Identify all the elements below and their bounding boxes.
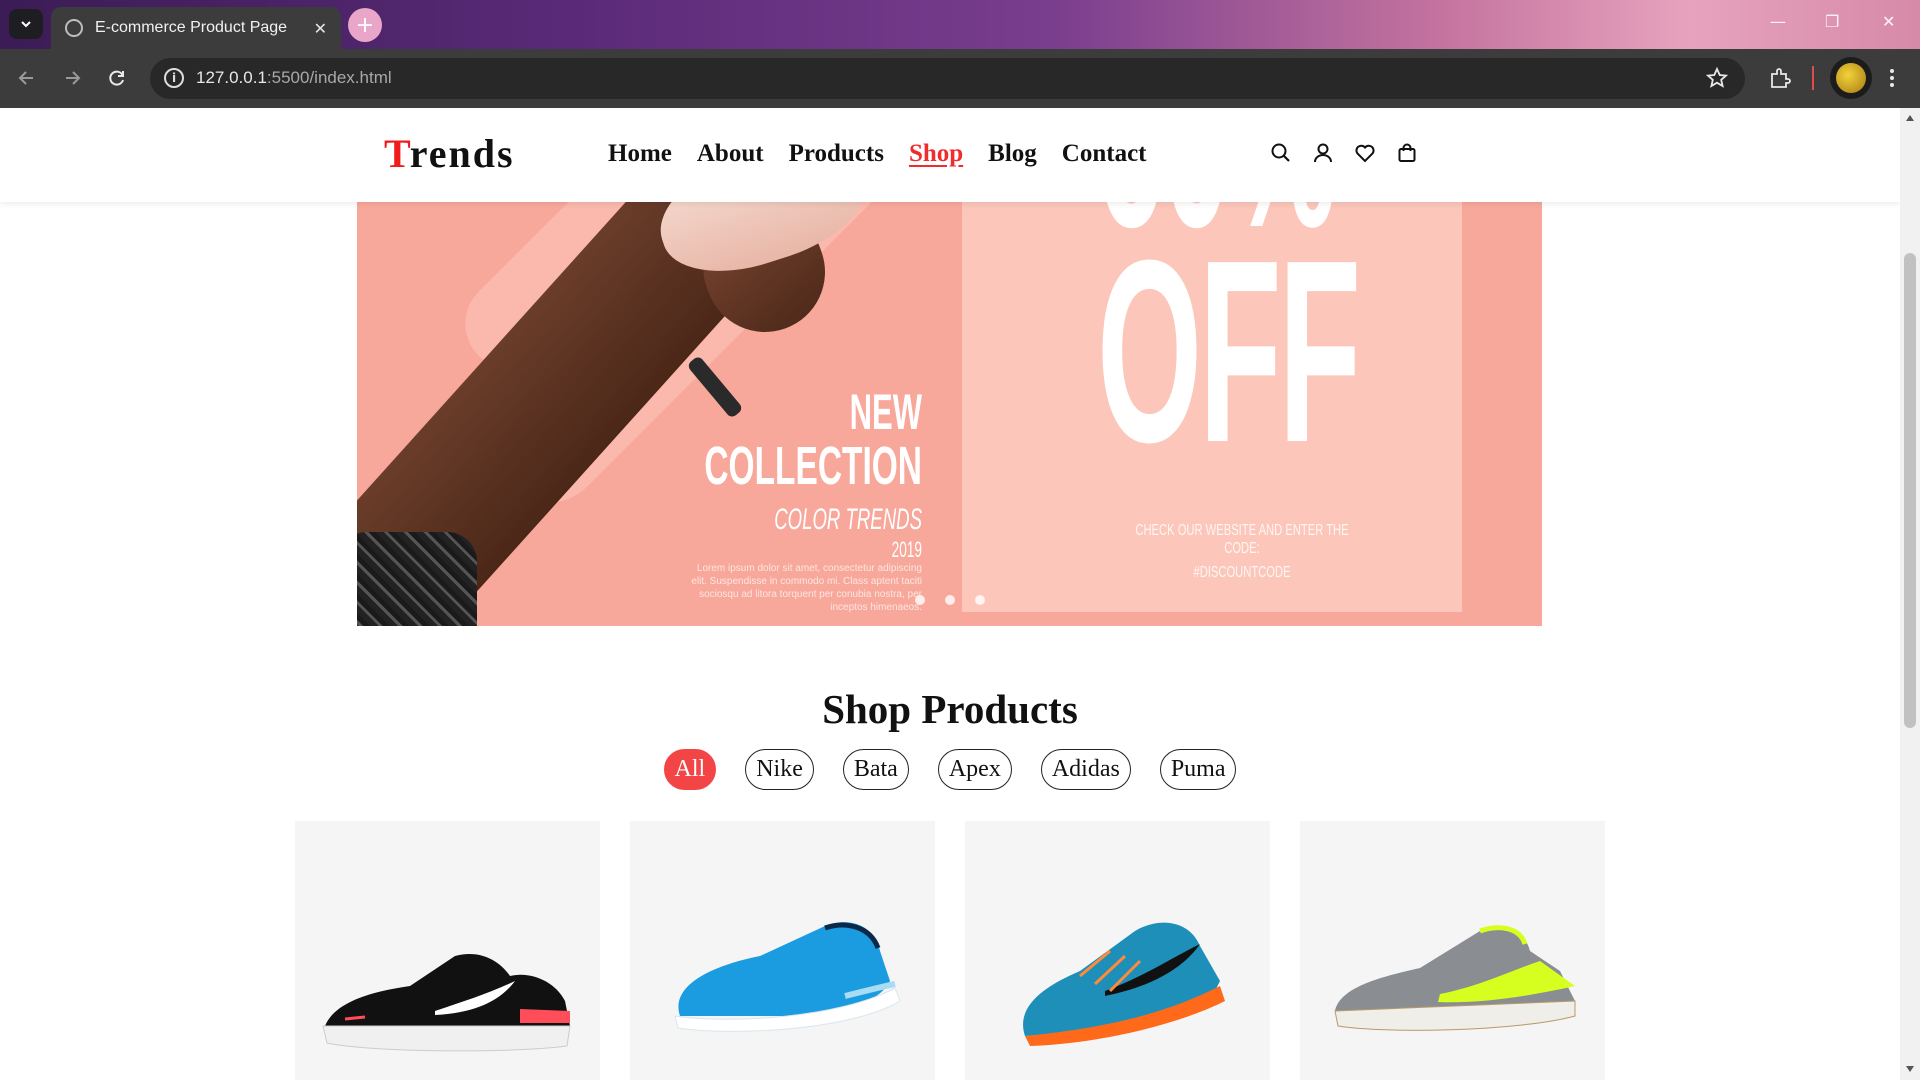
header-icons	[1270, 142, 1418, 164]
main-nav: Home About Products Shop Blog Contact	[608, 140, 1147, 168]
carousel-dots	[915, 595, 985, 605]
browser-tab-bar: E-commerce Product Page ✕ + — ❐ ✕	[0, 0, 1920, 49]
filter-adidas[interactable]: Adidas	[1040, 749, 1131, 790]
new-label: NEW	[849, 384, 922, 440]
product-card[interactable]	[965, 821, 1270, 1080]
arrow-right-icon	[66, 71, 81, 85]
promo-line-2: #DISCOUNTCODE	[1193, 564, 1291, 581]
promo-line-1: CHECK OUR WEBSITE AND ENTER THE CODE:	[1135, 522, 1349, 557]
page-scrollbar[interactable]	[1900, 108, 1920, 1080]
carousel-dot[interactable]	[945, 595, 955, 605]
avatar-image	[1836, 63, 1866, 93]
site-info-icon[interactable]: i	[164, 68, 184, 88]
chevron-down-icon	[21, 21, 31, 28]
new-tab-button[interactable]: +	[348, 8, 382, 42]
product-grid	[295, 821, 1605, 1080]
filter-bata[interactable]: Bata	[842, 749, 909, 790]
filter-puma[interactable]: Puma	[1159, 749, 1237, 790]
scroll-down-icon[interactable]	[1906, 1066, 1914, 1072]
scrollbar-thumb[interactable]	[1904, 253, 1916, 728]
year-label: 2019	[891, 537, 922, 562]
filter-nike[interactable]: Nike	[745, 749, 814, 790]
blue-running-shoe-image	[674, 922, 901, 1032]
forward-button[interactable]	[60, 66, 84, 90]
product-card[interactable]	[295, 821, 600, 1080]
filter-all[interactable]: All	[663, 749, 717, 790]
color-trends-label: COLOR TRENDS	[774, 503, 922, 536]
user-icon[interactable]	[1312, 142, 1334, 164]
brand-filters: All Nike Bata Apex Adidas Puma	[0, 749, 1900, 790]
heart-icon[interactable]	[1354, 142, 1376, 164]
nav-home[interactable]: Home	[608, 140, 672, 168]
search-icon[interactable]	[1270, 142, 1292, 164]
profile-avatar[interactable]	[1830, 57, 1872, 99]
product-card[interactable]	[630, 821, 935, 1080]
nav-blog[interactable]: Blog	[988, 140, 1037, 168]
page-viewport: Trends Home About Products Shop Blog Con…	[0, 108, 1900, 1080]
address-bar[interactable]: i 127.0.0.1:5500/index.html	[150, 58, 1745, 99]
browser-toolbar: i 127.0.0.1:5500/index.html	[0, 49, 1920, 108]
scroll-up-icon[interactable]	[1906, 115, 1914, 121]
section-title: Shop Products	[822, 686, 1078, 732]
black-red-sneaker-image	[322, 953, 571, 1052]
collection-label: COLLECTION	[704, 436, 922, 496]
hero-banner: NEW COLLECTION COLOR TRENDS 2019 Lorem i…	[357, 202, 1542, 626]
kebab-menu-icon[interactable]	[1888, 66, 1896, 90]
extensions-icon[interactable]	[1768, 66, 1792, 90]
reload-icon	[109, 70, 124, 86]
nav-about[interactable]: About	[697, 140, 764, 168]
close-window-icon[interactable]: ✕	[1882, 12, 1895, 31]
bookmark-star-icon[interactable]	[1705, 66, 1729, 90]
site-logo[interactable]: Trends	[384, 130, 515, 177]
tab-title: E-commerce Product Page	[95, 19, 288, 36]
carousel-dot[interactable]	[975, 595, 985, 605]
back-button[interactable]	[15, 66, 39, 90]
minimize-icon[interactable]: —	[1770, 12, 1786, 31]
toolbar-divider	[1812, 66, 1814, 90]
close-tab-icon[interactable]: ✕	[314, 19, 327, 38]
discount-off: OFF	[1097, 207, 1361, 497]
carousel-dot[interactable]	[915, 595, 925, 605]
grey-volt-sneaker-image	[1334, 925, 1576, 1031]
browser-tab-active[interactable]: E-commerce Product Page ✕	[51, 7, 341, 49]
new-collection-text: NEW COLLECTION COLOR TRENDS 2019	[704, 387, 922, 561]
product-card[interactable]	[1300, 821, 1605, 1080]
restore-icon[interactable]: ❐	[1825, 12, 1839, 31]
filter-apex[interactable]: Apex	[937, 749, 1012, 790]
sleeve-image	[357, 532, 477, 626]
globe-icon	[65, 19, 83, 37]
reload-button[interactable]	[105, 66, 129, 90]
nav-products[interactable]: Products	[789, 140, 884, 168]
shopping-bag-icon[interactable]	[1396, 142, 1418, 164]
tab-search-button[interactable]	[9, 9, 43, 39]
site-header: Trends Home About Products Shop Blog Con…	[0, 108, 1900, 202]
nav-shop[interactable]: Shop	[909, 140, 963, 168]
url-text: 127.0.0.1:5500/index.html	[196, 68, 392, 87]
arrow-left-icon	[18, 71, 33, 85]
nav-contact[interactable]: Contact	[1062, 140, 1147, 168]
teal-orange-sneaker-image	[1023, 922, 1225, 1046]
promo-code-text: CHECK OUR WEBSITE AND ENTER THE CODE: #D…	[1120, 522, 1365, 582]
banner-lorem-text: Lorem ipsum dolor sit amet, consectetur …	[691, 563, 922, 613]
